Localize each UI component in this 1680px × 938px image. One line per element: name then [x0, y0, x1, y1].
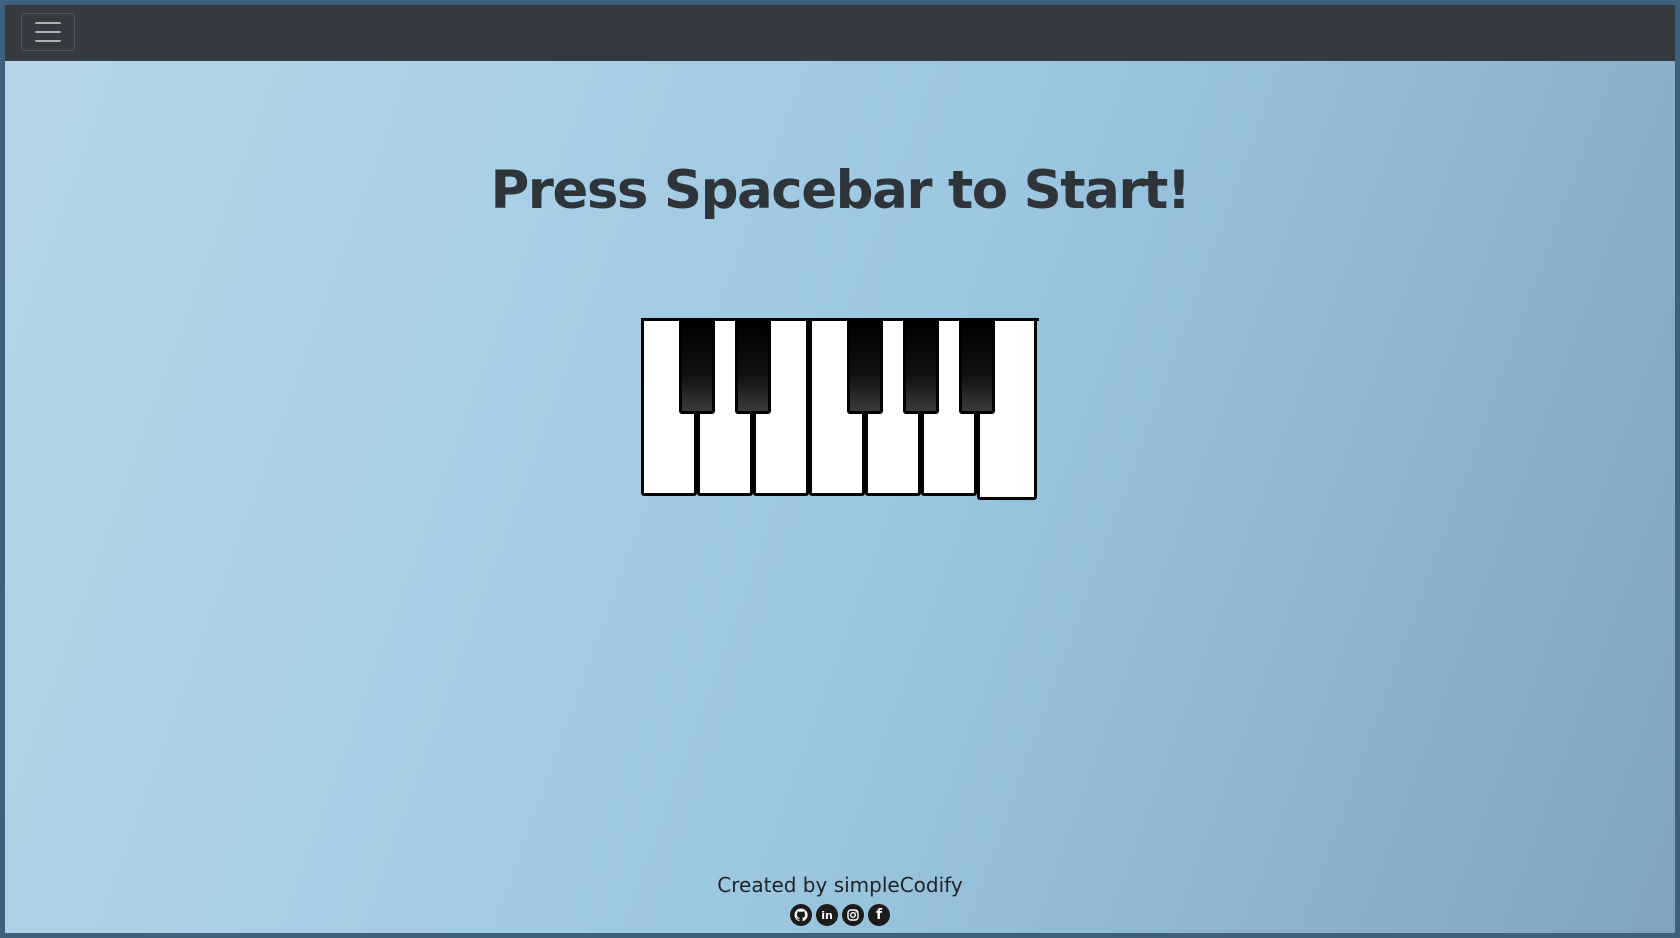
credit-text: Created by simpleCodify	[717, 873, 963, 897]
navbar	[5, 5, 1675, 61]
footer: Created by simpleCodify in f	[5, 871, 1675, 926]
piano-top-edge	[641, 318, 1039, 321]
piano-keyboard	[641, 318, 1039, 500]
piano-black-key[interactable]	[847, 318, 883, 414]
hamburger-line	[35, 40, 61, 42]
hamburger-line	[35, 22, 61, 24]
piano-black-key[interactable]	[679, 318, 715, 414]
github-icon[interactable]	[790, 904, 812, 926]
piano-black-key[interactable]	[959, 318, 995, 414]
facebook-glyph: f	[875, 907, 883, 923]
page-title: Press Spacebar to Start!	[490, 160, 1191, 221]
linkedin-glyph: in	[821, 908, 833, 922]
piano-black-key[interactable]	[903, 318, 939, 414]
social-links: in f	[5, 904, 1675, 926]
hamburger-line	[35, 31, 61, 33]
instagram-icon[interactable]	[842, 904, 864, 926]
piano-black-key[interactable]	[735, 318, 771, 414]
page-frame: Press Spacebar to Start! Created by simp…	[5, 5, 1675, 933]
linkedin-icon[interactable]: in	[816, 904, 838, 926]
hamburger-menu-icon[interactable]	[21, 13, 75, 51]
facebook-icon[interactable]: f	[868, 904, 890, 926]
